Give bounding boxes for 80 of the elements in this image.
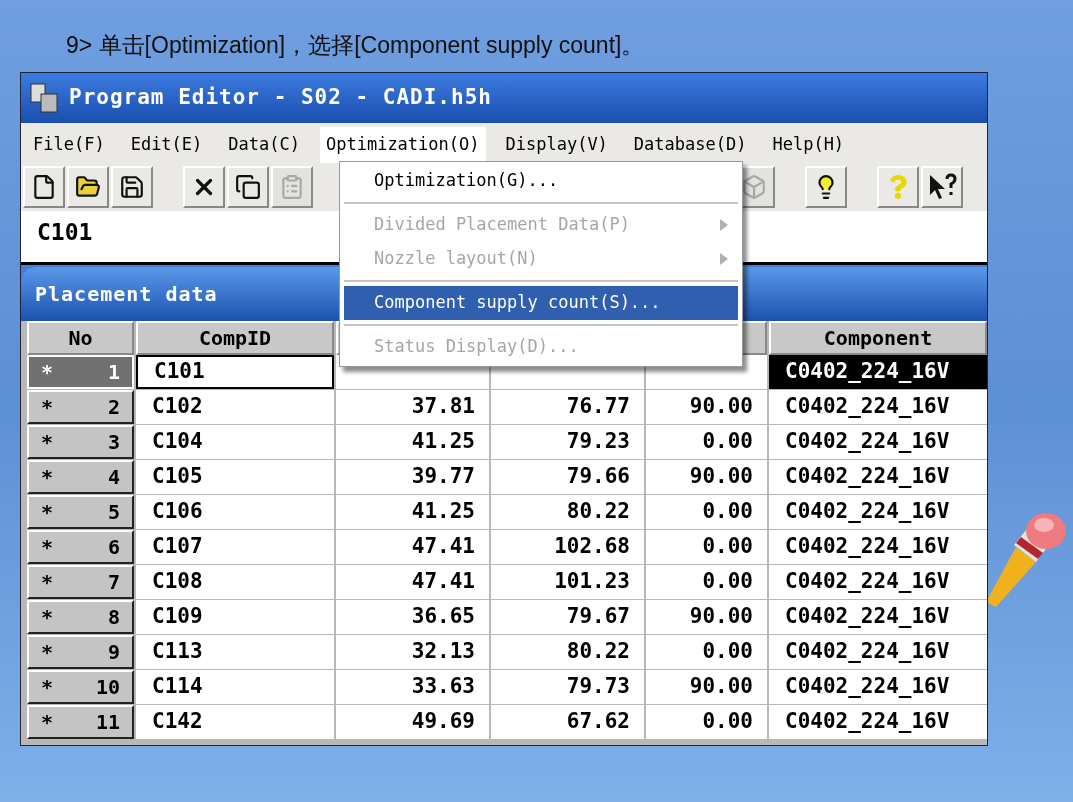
table-cell: C0402_224_16V [769,390,987,424]
row-number: 11 [95,709,120,736]
table-cell: C106 [136,495,334,529]
table-cell: C142 [136,705,334,739]
table-cell: 0.00 [646,495,767,529]
column-header: CompID [136,321,334,355]
table-cell: 67.62 [491,705,644,739]
row-number: 2 [107,394,120,421]
table-cell: 33.63 [336,670,489,704]
table-cell: C105 [136,460,334,494]
table-cell: C101 [136,355,334,389]
table-cell: 0.00 [646,635,767,669]
table-cell: C114 [136,670,334,704]
table-cell: C0402_224_16V [769,705,987,739]
table-cell: 79.73 [491,670,644,704]
row-marker: * [41,359,54,386]
table-cell: 79.23 [491,425,644,459]
table-cell: C0402_224_16V [769,495,987,529]
row-marker: * [41,604,54,631]
table-cell: C0402_224_16V [769,565,987,599]
table-cell: 32.13 [336,635,489,669]
row-marker: * [41,709,54,736]
table-cell: C0402_224_16V [769,425,987,459]
row-marker: * [41,674,54,701]
row-number: 9 [107,639,120,666]
table-cell: C0402_224_16V [769,635,987,669]
table-cell: 0.00 [646,530,767,564]
column-header: No [27,321,134,355]
table-cell: 0.00 [646,425,767,459]
table-cell: 90.00 [646,600,767,634]
table-cell: C0402_224_16V [769,670,987,704]
window-title: Program Editor - S02 - CADI.h5h [69,84,492,112]
table-cell: 36.65 [336,600,489,634]
table-cell: 80.22 [491,495,644,529]
row-marker: * [41,464,54,491]
table-cell: 37.81 [336,390,489,424]
row-marker: * [41,639,54,666]
table-cell: 76.77 [491,390,644,424]
row-number: 8 [107,604,120,631]
table-cell: 41.25 [336,495,489,529]
table-cell: 90.00 [646,460,767,494]
row-marker: * [41,429,54,456]
row-marker: * [41,499,54,526]
table-cell: 90.00 [646,390,767,424]
table-cell: C0402_224_16V [769,355,987,389]
table-cell: C0402_224_16V [769,600,987,634]
column-header: Component [769,321,987,355]
row-marker: * [41,394,54,421]
table-cell: 0.00 [646,565,767,599]
row-number: 7 [107,569,120,596]
table-cell: 49.69 [336,705,489,739]
table-cell: 80.22 [491,635,644,669]
table-cell: C107 [136,530,334,564]
table-cell: 79.67 [491,600,644,634]
table-cell: 47.41 [336,530,489,564]
table-cell: 79.66 [491,460,644,494]
instruction-text: 9> 单击[Optimization]，选择[Component supply count]。 [66,32,645,58]
table-cell: 41.25 [336,425,489,459]
table-cell: C108 [136,565,334,599]
row-number: 4 [107,464,120,491]
table-cell: C0402_224_16V [769,530,987,564]
panel-title: Placement data [35,281,218,308]
table-cell: C0402_224_16V [769,460,987,494]
table-cell: C102 [136,390,334,424]
row-number: 1 [107,359,120,386]
row-number: 5 [107,499,120,526]
row-number: 3 [107,429,120,456]
row-number: 6 [107,534,120,561]
table-cell: 39.77 [336,460,489,494]
row-marker: * [41,569,54,596]
row-number: 10 [95,674,120,701]
table-cell: 0.00 [646,705,767,739]
table-cell: 101.23 [491,565,644,599]
table-cell: C109 [136,600,334,634]
table-cell: C113 [136,635,334,669]
table-cell: 90.00 [646,670,767,704]
table-cell: C104 [136,425,334,459]
row-marker: * [41,534,54,561]
table-cell: 102.68 [491,530,644,564]
table-cell: 47.41 [336,565,489,599]
